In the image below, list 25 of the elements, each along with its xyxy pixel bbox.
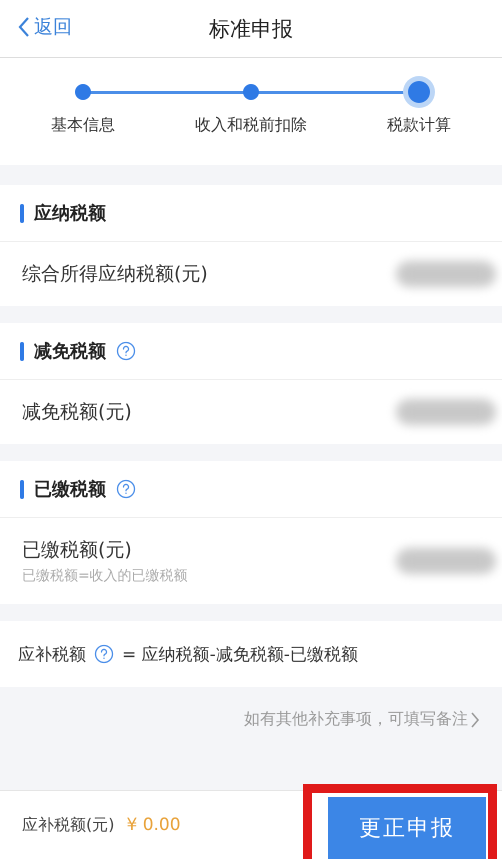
formula-label: 应补税额	[18, 644, 86, 666]
formula-text: = 应纳税额-减免税额-已缴税额	[122, 644, 358, 666]
section-title: 应纳税额	[34, 202, 106, 225]
back-link[interactable]: 返回	[18, 14, 72, 40]
total-amount: ¥ 0.00	[126, 815, 181, 835]
section-marker	[20, 342, 24, 360]
help-icon[interactable]	[116, 341, 136, 361]
help-icon[interactable]	[116, 479, 136, 499]
step-label[interactable]: 收入和税前扣除	[195, 115, 307, 136]
total-label: 应补税额(元)	[22, 814, 114, 836]
section-title: 已缴税额	[34, 478, 106, 501]
step-label[interactable]: 税款计算	[387, 115, 451, 136]
chevron-left-icon	[18, 16, 30, 38]
section-marker	[20, 204, 24, 222]
section-title: 减免税额	[34, 340, 106, 363]
step-label[interactable]: 基本信息	[51, 115, 115, 136]
help-icon[interactable]	[94, 644, 114, 664]
section-marker	[20, 480, 24, 498]
field-label: 已缴税额(元)	[22, 538, 133, 563]
chevron-right-icon	[470, 710, 480, 728]
field-hint: 已缴税额=收入的已缴税额	[22, 567, 188, 585]
page-title: 标准申报	[209, 16, 293, 42]
field-label: 减免税额(元)	[22, 400, 132, 425]
submit-button[interactable]: 更正申报	[328, 797, 486, 859]
field-label: 综合所得应纳税额(元)	[22, 262, 208, 287]
